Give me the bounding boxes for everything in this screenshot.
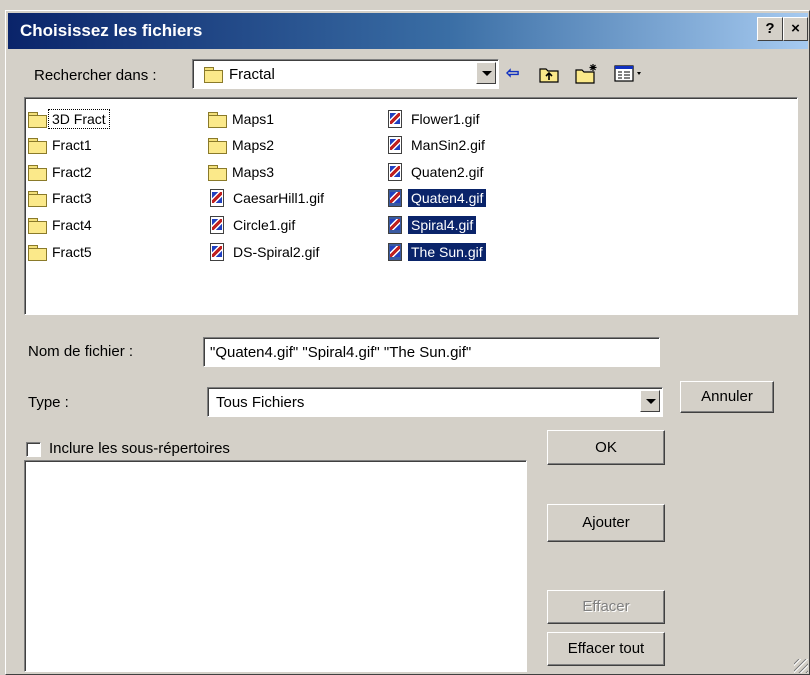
help-button[interactable]: ?: [757, 17, 783, 41]
close-button[interactable]: ×: [783, 17, 808, 41]
cancel-button[interactable]: Annuler: [680, 381, 774, 413]
include-subdirs-checkbox[interactable]: [26, 442, 41, 457]
gif-file-icon: [385, 162, 405, 182]
lookin-combo[interactable]: Fractal: [192, 59, 499, 89]
type-value: Tous Fichiers: [216, 394, 305, 411]
type-label: Type :: [28, 394, 69, 411]
remove-button[interactable]: Effacer: [547, 590, 665, 624]
folder-icon: [27, 111, 47, 128]
list-item[interactable]: Quaten2.gif: [385, 161, 486, 183]
dialog-window: Choisissez les fichiers ? × Rechercher d…: [0, 0, 810, 675]
gif-file-icon: [385, 215, 405, 235]
folder-icon: [207, 164, 227, 181]
chevron-down-icon[interactable]: [640, 390, 660, 412]
gif-file-icon: [207, 188, 227, 208]
ok-button[interactable]: OK: [547, 430, 665, 465]
list-item[interactable]: Fract4: [27, 214, 95, 236]
gif-file-icon: [207, 215, 227, 235]
list-item[interactable]: Maps3: [207, 161, 277, 183]
folder-up-icon[interactable]: [538, 63, 560, 85]
list-item-selected[interactable]: Quaten4.gif: [385, 187, 487, 209]
list-item[interactable]: DS-Spiral2.gif: [207, 241, 322, 263]
type-combo[interactable]: Tous Fichiers: [207, 387, 663, 417]
folder-icon: [207, 111, 227, 128]
list-item[interactable]: Fract5: [27, 241, 95, 263]
list-item[interactable]: Circle1.gif: [207, 214, 298, 236]
list-item[interactable]: CaesarHill1.gif: [207, 187, 327, 209]
list-item-selected[interactable]: The Sun.gif: [385, 241, 486, 263]
add-button[interactable]: Ajouter: [547, 504, 665, 542]
list-item[interactable]: Fract2: [27, 161, 95, 183]
folder-icon: [27, 244, 47, 261]
list-item[interactable]: Fract3: [27, 187, 95, 209]
chevron-down-icon[interactable]: [476, 62, 496, 84]
list-item[interactable]: ManSin2.gif: [385, 134, 488, 156]
file-list[interactable]: 3D Fract Fract1 Fract2 Fract3 Fract4 Fra…: [24, 97, 798, 315]
filename-value: "Quaten4.gif" "Spiral4.gif" "The Sun.gif…: [210, 344, 472, 361]
resize-grip[interactable]: [794, 659, 808, 673]
gif-file-icon: [207, 242, 227, 262]
gif-file-icon: [385, 135, 405, 155]
lookin-label: Rechercher dans :: [34, 67, 157, 84]
filename-field[interactable]: "Quaten4.gif" "Spiral4.gif" "The Sun.gif…: [203, 337, 660, 367]
list-item[interactable]: Maps1: [207, 108, 277, 130]
folder-icon: [27, 164, 47, 181]
lookin-value: Fractal: [229, 66, 275, 83]
title-bar[interactable]: Choisissez les fichiers: [8, 13, 808, 49]
back-arrow-icon[interactable]: ⇦: [506, 63, 519, 85]
view-menu-icon[interactable]: [613, 63, 647, 85]
window-title: Choisissez les fichiers: [20, 21, 203, 40]
gif-file-icon: [385, 109, 405, 129]
folder-icon: [27, 190, 47, 207]
new-folder-icon[interactable]: [574, 63, 600, 85]
selection-list[interactable]: [24, 460, 527, 672]
open-folder-icon: [203, 66, 223, 83]
list-item[interactable]: 3D Fract: [27, 108, 110, 130]
list-item-selected[interactable]: Spiral4.gif: [385, 214, 477, 236]
folder-icon: [207, 137, 227, 154]
list-item[interactable]: Flower1.gif: [385, 108, 482, 130]
gif-file-icon: [385, 188, 405, 208]
folder-icon: [27, 217, 47, 234]
gif-file-icon: [385, 242, 405, 262]
folder-icon: [27, 137, 47, 154]
list-item[interactable]: Maps2: [207, 134, 277, 156]
include-subdirs-label: Inclure les sous-répertoires: [49, 440, 230, 457]
list-item[interactable]: Fract1: [27, 134, 95, 156]
filename-label: Nom de fichier :: [28, 343, 134, 360]
remove-all-button[interactable]: Effacer tout: [547, 632, 665, 666]
